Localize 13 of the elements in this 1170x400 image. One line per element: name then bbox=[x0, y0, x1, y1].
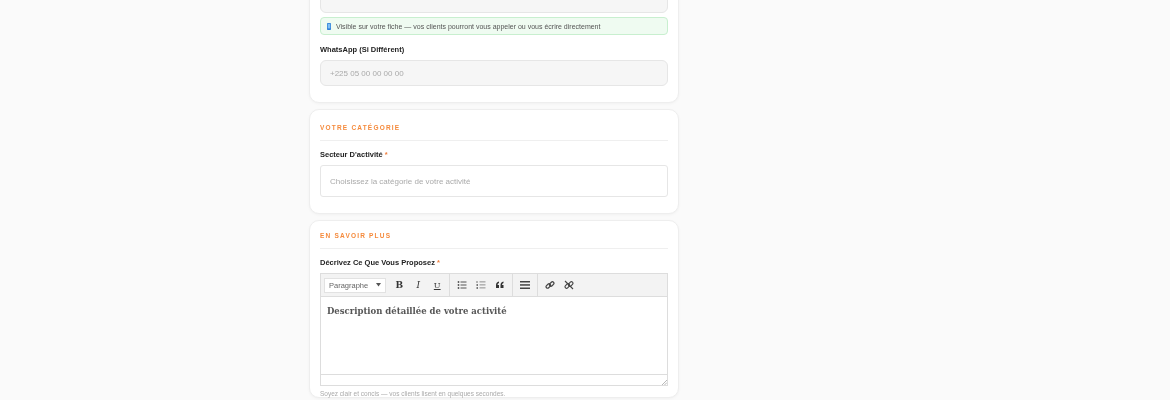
quote-icon bbox=[495, 280, 506, 290]
phone-icon bbox=[327, 22, 331, 30]
unlink-icon bbox=[564, 280, 575, 290]
resize-handle-icon[interactable] bbox=[662, 380, 667, 385]
link-icon bbox=[545, 280, 556, 290]
caret-icon bbox=[376, 283, 382, 287]
italic-button[interactable]: I bbox=[409, 277, 428, 293]
bullet-list-icon bbox=[457, 280, 468, 290]
bold-button[interactable]: B bbox=[390, 277, 409, 293]
underline-button[interactable]: U bbox=[428, 277, 447, 293]
description-editor[interactable]: Description détaillée de votre activité bbox=[320, 297, 668, 375]
horizontal-rule-icon bbox=[520, 280, 531, 290]
category-select[interactable]: Choisissez la catégorie de votre activité bbox=[320, 165, 668, 197]
